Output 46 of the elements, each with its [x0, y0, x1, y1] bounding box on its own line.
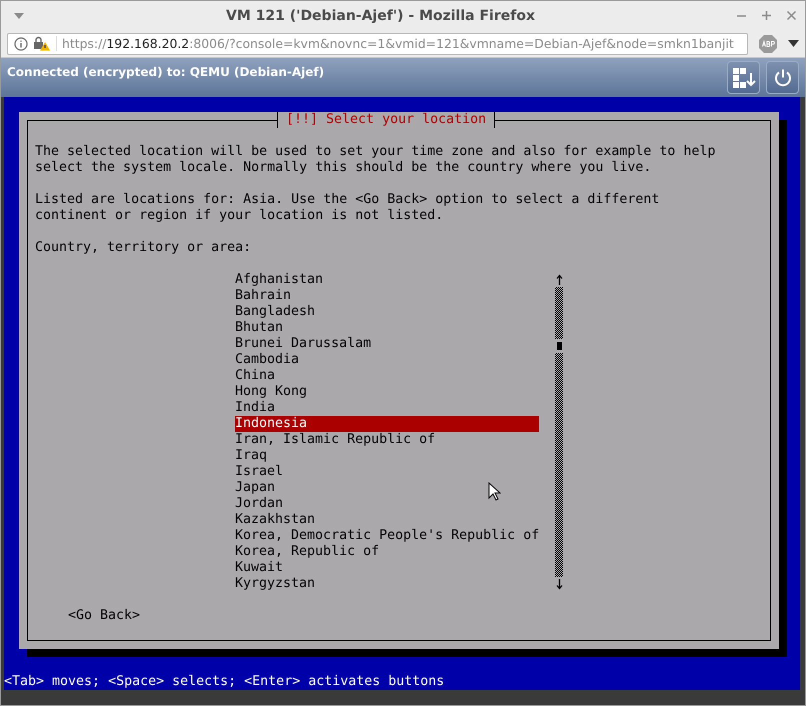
close-icon[interactable]	[786, 10, 797, 21]
connection-status: Connected (encrypted) to: QEMU (Debian-Ajef)	[7, 64, 326, 79]
go-back-button[interactable]: <Go Back>	[68, 608, 140, 624]
scroll-down-icon[interactable]	[556, 578, 562, 592]
adblock-icon[interactable]	[758, 34, 778, 54]
description-text: Listed are locations for: Asia. Use the <Go Back> option to select a different continent or region if your location is not listed.	[35, 192, 660, 224]
country-option[interactable]: Bangladesh	[235, 304, 539, 320]
url-text: https://192.168.20.2:8006/?console=kvm&novnc=1&vmid=121&vmname=Debian-Ajef&node=smkn1banjit	[56, 36, 734, 51]
country-option[interactable]: Israel	[235, 464, 539, 480]
lock-warning-icon[interactable]	[33, 36, 51, 51]
country-option[interactable]: Jordan	[235, 496, 539, 512]
country-option[interactable]: Kyrgyzstan	[235, 576, 539, 592]
maximize-icon[interactable]	[761, 10, 772, 21]
dropdown-caret-icon[interactable]	[788, 40, 799, 47]
country-option[interactable]: India	[235, 400, 539, 416]
country-option[interactable]: Korea, Democratic People's Republic of	[235, 528, 539, 544]
country-option[interactable]: Iraq	[235, 448, 539, 464]
country-option[interactable]: Kazakhstan	[235, 512, 539, 528]
mouse-pointer-icon	[488, 482, 501, 501]
power-button[interactable]	[766, 61, 799, 94]
country-option[interactable]: China	[235, 368, 539, 384]
country-option[interactable]: Afghanistan	[235, 272, 539, 288]
dialog-title: [!!] Select your location	[277, 112, 496, 128]
country-option[interactable]: Iran, Islamic Republic of	[235, 432, 539, 448]
info-icon[interactable]	[14, 36, 28, 50]
country-option[interactable]: Kuwait	[235, 560, 539, 576]
send-keys-button[interactable]	[727, 61, 760, 94]
window-title: VM 121 ('Debian-Ajef') - Mozilla Firefox	[225, 8, 536, 24]
description-text: The selected location will be used to set your time zone and also for example to help select the system locale. Normally this should be the country where you live.	[35, 144, 716, 176]
country-option[interactable]: Cambodia	[235, 352, 539, 368]
keys-arrow-icon	[732, 66, 756, 88]
window-menu-icon[interactable]	[13, 12, 25, 20]
country-option[interactable]: Bahrain	[235, 288, 539, 304]
power-icon	[772, 68, 792, 88]
scrollbar-thumb[interactable]	[556, 342, 562, 350]
country-option[interactable]: Bhutan	[235, 320, 539, 336]
address-field[interactable]: https://192.168.20.2:8006/?console=kvm&novnc=1&vmid=121&vmname=Debian-Ajef&node=smkn1banjit	[7, 32, 748, 54]
field-label: Country, territory or area:	[35, 240, 252, 256]
country-option[interactable]: Korea, Republic of	[235, 544, 539, 560]
country-option[interactable]: Japan	[235, 480, 539, 496]
country-option[interactable]: Brunei Darussalam	[235, 336, 539, 352]
scroll-up-icon[interactable]	[556, 272, 562, 286]
country-option[interactable]: Indonesia	[235, 416, 539, 432]
scrollbar-track[interactable]	[555, 287, 563, 577]
country-option[interactable]: Hong Kong	[235, 384, 539, 400]
key-hint-bar: <Tab> moves; <Space> selects; <Enter> activates buttons	[4, 673, 800, 690]
